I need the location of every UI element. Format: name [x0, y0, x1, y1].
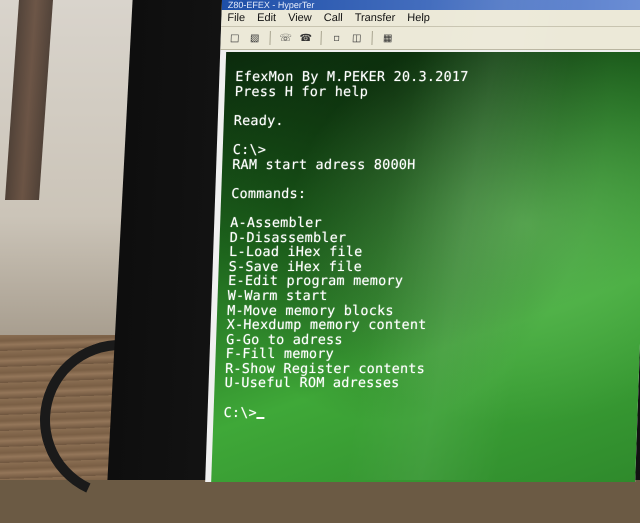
menubar: File Edit View Call Transfer Help [221, 10, 640, 27]
open-icon[interactable]: ▧ [246, 30, 263, 46]
disconnect-icon[interactable]: ☎ [297, 30, 314, 46]
command-item: U-Useful ROM adresses [224, 375, 400, 392]
command-item: D-Disassembler [229, 229, 347, 246]
command-item: E-Edit program memory [227, 273, 404, 290]
ram-info: RAM start adress 8000H [231, 156, 416, 173]
toolbar: □ ▧ ☏ ☎ ▫ ◫ ▦ [220, 27, 640, 50]
phone-icon[interactable]: ☏ [277, 30, 294, 46]
command-item: W-Warm start [227, 287, 328, 304]
toolbar-separator [269, 31, 271, 45]
prompt-line: C:\> [232, 141, 267, 158]
receive-icon[interactable]: ◫ [348, 30, 365, 46]
toolbar-separator [320, 31, 322, 45]
menu-help[interactable]: Help [407, 12, 430, 24]
new-icon[interactable]: □ [226, 30, 243, 46]
monitor-screen: Z80-EFEX - HyperTer File Edit View Call … [205, 0, 640, 482]
current-prompt: C:\> [223, 404, 258, 421]
window-titlebar[interactable]: Z80-EFEX - HyperTer [221, 0, 640, 10]
menu-file[interactable]: File [227, 12, 245, 24]
command-item: M-Move memory blocks [226, 302, 394, 319]
terminal-area[interactable]: EfexMon By M.PEKER 20.3.2017 Press H for… [211, 52, 640, 482]
send-icon[interactable]: ▫ [328, 30, 345, 46]
command-item: F-Fill memory [225, 346, 335, 363]
menu-transfer[interactable]: Transfer [354, 12, 395, 24]
menu-call[interactable]: Call [324, 12, 343, 24]
menu-edit[interactable]: Edit [257, 12, 276, 24]
properties-icon[interactable]: ▦ [379, 30, 396, 46]
menu-view[interactable]: View [288, 12, 312, 24]
commands-heading: Commands: [230, 185, 307, 202]
toolbar-separator [371, 31, 373, 45]
text-cursor [256, 416, 265, 419]
help-hint: Press H for help [234, 83, 369, 100]
command-item: L-Load iHex file [228, 244, 363, 261]
monitor-header: EfexMon By M.PEKER 20.3.2017 [235, 69, 469, 85]
command-item: X-Hexdump memory content [226, 317, 427, 334]
status-text: Ready. [233, 112, 285, 129]
window-title: Z80-EFEX - HyperTer [227, 0, 315, 10]
current-prompt-line[interactable]: C:\> [223, 404, 638, 421]
command-item: A-Assembler [229, 214, 323, 231]
